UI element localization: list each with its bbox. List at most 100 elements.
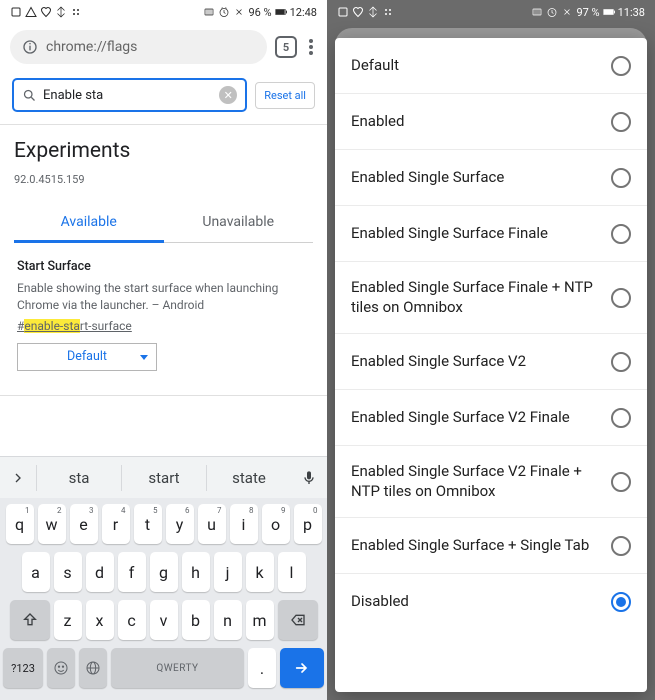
option-row[interactable]: Enabled Single Surface V2 Finale [335, 390, 647, 446]
key-k[interactable]: k [246, 552, 274, 592]
key-o[interactable]: o9 [262, 504, 290, 544]
key-z[interactable]: z [54, 600, 82, 640]
symbols-key[interactable]: ?123 [3, 648, 43, 688]
option-row[interactable]: Default [335, 38, 647, 94]
key-u[interactable]: u7 [198, 504, 226, 544]
option-label: Enabled Single Surface [351, 168, 514, 188]
option-label: Enabled Single Surface Finale [351, 224, 558, 244]
clock: 11:38 [618, 6, 645, 19]
flag-description: Enable showing the start surface when la… [17, 280, 310, 314]
battery-pct: 97 % [576, 6, 599, 19]
flag-item: Start Surface Enable showing the start s… [14, 243, 313, 387]
suggestion[interactable]: start [121, 465, 206, 491]
clock: 12:48 [290, 6, 317, 19]
option-label: Enabled Single Surface Finale + NTP tile… [351, 278, 611, 317]
status-bar: 97 % 11:38 [327, 0, 655, 24]
left-screenshot: 96 % 12:48 chrome://flags 5 ✕ Reset all … [0, 0, 327, 700]
option-label: Enabled Single Surface + Single Tab [351, 536, 599, 556]
radio-icon[interactable] [611, 168, 631, 188]
period-key[interactable]: . [248, 648, 276, 688]
page-title: Experiments [14, 139, 313, 163]
enter-key[interactable] [280, 648, 324, 688]
space-key[interactable]: QWERTY [111, 648, 244, 688]
key-g[interactable]: g [150, 552, 178, 592]
radio-icon[interactable] [611, 56, 631, 76]
shift-key[interactable] [10, 600, 50, 640]
option-row[interactable]: Enabled Single Surface V2 [335, 334, 647, 390]
suggestion[interactable]: sta [36, 465, 121, 491]
emoji-key[interactable] [47, 648, 75, 688]
flag-tabs: Available Unavailable [14, 204, 313, 243]
option-label: Default [351, 56, 409, 76]
option-label: Disabled [351, 592, 419, 612]
option-label: Enabled Single Surface V2 Finale + NTP t… [351, 462, 611, 501]
status-bar: 96 % 12:48 [0, 0, 327, 24]
option-row[interactable]: Enabled Single Surface [335, 150, 647, 206]
tab-switcher[interactable]: 5 [275, 36, 297, 58]
option-row[interactable]: Enabled Single Surface + Single Tab [335, 518, 647, 574]
suggestion[interactable]: state [206, 465, 291, 491]
soft-keyboard: sta start state q1w2e3r4t5y6u7i8o9p0 asd… [0, 456, 327, 700]
key-f[interactable]: f [118, 552, 146, 592]
option-row[interactable]: Disabled [335, 574, 647, 630]
chevron-right-icon[interactable] [0, 470, 36, 486]
key-w[interactable]: w2 [38, 504, 66, 544]
key-x[interactable]: x [86, 600, 114, 640]
key-l[interactable]: l [278, 552, 306, 592]
flag-id: #enable-start-surface [17, 319, 310, 333]
key-v[interactable]: v [150, 600, 178, 640]
option-row[interactable]: Enabled [335, 94, 647, 150]
clear-search-icon[interactable]: ✕ [219, 86, 237, 104]
key-y[interactable]: y6 [166, 504, 194, 544]
key-q[interactable]: q1 [6, 504, 34, 544]
flag-title: Start Surface [17, 259, 310, 274]
key-d[interactable]: d [86, 552, 114, 592]
tab-available[interactable]: Available [14, 204, 164, 243]
radio-icon[interactable] [611, 472, 631, 492]
key-p[interactable]: p0 [294, 504, 322, 544]
key-c[interactable]: c [118, 600, 146, 640]
key-e[interactable]: e3 [70, 504, 98, 544]
radio-icon[interactable] [611, 352, 631, 372]
search-field[interactable] [43, 88, 213, 103]
address-bar[interactable]: chrome://flags [10, 30, 267, 64]
language-key[interactable] [79, 648, 107, 688]
mic-icon[interactable] [291, 470, 327, 486]
browser-toolbar: chrome://flags 5 [0, 24, 327, 70]
key-t[interactable]: t5 [134, 504, 162, 544]
flag-dropdown[interactable]: Default [17, 343, 157, 371]
search-icon [22, 88, 37, 103]
key-h[interactable]: h [182, 552, 210, 592]
key-b[interactable]: b [182, 600, 210, 640]
radio-icon[interactable] [611, 288, 631, 308]
flag-options-dialog: Default Enabled Enabled Single Surface Enab… [335, 38, 647, 692]
option-label: Enabled [351, 112, 414, 132]
key-r[interactable]: r4 [102, 504, 130, 544]
tab-unavailable[interactable]: Unavailable [164, 204, 314, 242]
key-m[interactable]: m [246, 600, 274, 640]
key-n[interactable]: n [214, 600, 242, 640]
key-a[interactable]: a [22, 552, 50, 592]
backspace-key[interactable] [278, 600, 318, 640]
option-label: Enabled Single Surface V2 Finale [351, 408, 580, 428]
option-row[interactable]: Enabled Single Surface Finale [335, 206, 647, 262]
radio-icon[interactable] [611, 112, 631, 132]
version-text: 92.0.4515.159 [14, 173, 313, 186]
radio-icon[interactable] [611, 224, 631, 244]
battery-pct: 96 % [248, 6, 271, 19]
right-screenshot: 97 % 11:38 chrome://flags DefaultEnabled… [327, 0, 655, 700]
radio-icon[interactable] [611, 408, 631, 428]
option-row[interactable]: Enabled Single Surface Finale + NTP tile… [335, 262, 647, 334]
reset-all-button[interactable]: Reset all [255, 82, 315, 109]
radio-icon[interactable] [611, 592, 631, 612]
url-text: chrome://flags [46, 39, 137, 55]
suggestion-bar: sta start state [0, 456, 327, 498]
radio-icon[interactable] [611, 536, 631, 556]
flags-search-input[interactable]: ✕ [12, 78, 247, 112]
option-row[interactable]: Enabled Single Surface V2 Finale + NTP t… [335, 446, 647, 518]
option-label: Enabled Single Surface V2 [351, 352, 536, 372]
key-i[interactable]: i8 [230, 504, 258, 544]
key-j[interactable]: j [214, 552, 242, 592]
key-s[interactable]: s [54, 552, 82, 592]
menu-button[interactable] [305, 35, 317, 59]
